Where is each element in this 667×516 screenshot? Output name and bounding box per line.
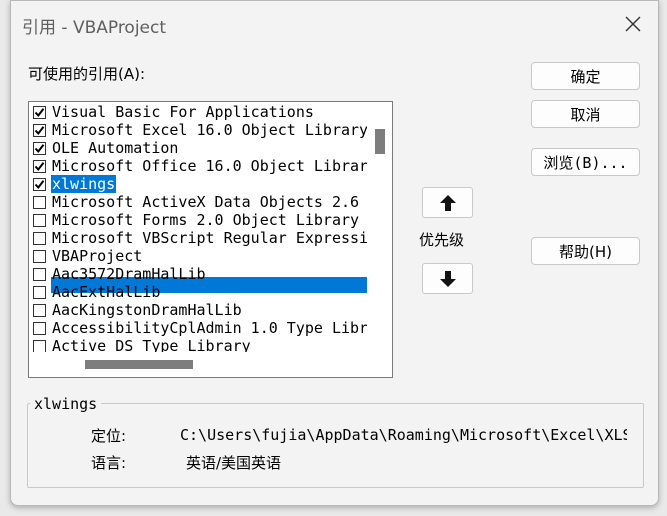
list-item[interactable]: Active DS Type Library	[33, 337, 367, 352]
horizontal-scrollbar[interactable]	[29, 352, 367, 377]
references-listbox[interactable]: Visual Basic For Applications Microsoft E…	[28, 101, 393, 378]
cancel-button[interactable]: 取消	[531, 100, 640, 128]
reference-checkbox[interactable]	[33, 177, 46, 191]
reference-checkbox[interactable]	[33, 213, 46, 227]
reference-name: Microsoft Office 16.0 Object Library	[52, 157, 367, 175]
location-value: C:\Users\fujia\AppData\Roaming\Microsoft…	[180, 426, 627, 444]
help-button[interactable]: 帮助(H)	[531, 237, 640, 265]
reference-name: OLE Automation	[52, 139, 179, 157]
title-bar: 引用 - VBAProject	[11, 1, 658, 47]
reference-name: Microsoft VBScript Regular Expressions	[52, 229, 367, 247]
list-item[interactable]: Microsoft Office 16.0 Object Library	[33, 157, 367, 175]
reference-checkbox[interactable]	[33, 321, 46, 335]
list-item[interactable]: Microsoft Forms 2.0 Object Library	[33, 211, 367, 229]
reference-checkbox[interactable]	[33, 159, 46, 173]
list-item[interactable]: Aac3572DramHalLib	[33, 265, 367, 283]
arrow-up-icon	[439, 194, 456, 211]
list-item[interactable]: xlwings	[33, 175, 367, 193]
list-item[interactable]: Microsoft Excel 16.0 Object Library	[33, 121, 367, 139]
checkmark-icon	[34, 125, 45, 135]
reference-name: xlwings	[51, 175, 117, 193]
language-value: 英语/美国英语	[186, 454, 282, 472]
list-item[interactable]: OLE Automation	[33, 139, 367, 157]
language-label: 语言:	[91, 454, 127, 472]
reference-name: Aac3572DramHalLib	[52, 265, 206, 283]
reference-checkbox[interactable]	[33, 249, 46, 263]
reference-checkbox[interactable]	[33, 123, 46, 137]
browse-button[interactable]: 浏览(B)...	[531, 148, 640, 176]
priority-label: 优先级	[419, 231, 465, 249]
reference-name: Microsoft Forms 2.0 Object Library	[52, 211, 360, 229]
reference-checkbox[interactable]	[33, 303, 46, 317]
reference-checkbox[interactable]	[33, 105, 46, 119]
list-item[interactable]: AacExtHalLib	[33, 283, 367, 301]
reference-name: AacExtHalLib	[52, 283, 161, 301]
reference-name: Active DS Type Library	[52, 337, 251, 352]
reference-checkbox[interactable]	[33, 141, 46, 155]
list-item[interactable]: AacKingstonDramHalLib	[33, 301, 367, 319]
list-item[interactable]: Microsoft VBScript Regular Expressions	[33, 229, 367, 247]
reference-checkbox[interactable]	[33, 285, 46, 299]
reference-checkbox[interactable]	[33, 231, 46, 245]
location-label: 定位:	[91, 427, 127, 445]
arrow-down-icon	[439, 270, 456, 287]
window-title: 引用 - VBAProject	[22, 18, 167, 38]
reference-checkbox[interactable]	[33, 339, 46, 352]
close-icon	[625, 16, 641, 32]
checkmark-icon	[34, 161, 45, 171]
checkmark-icon	[34, 179, 45, 189]
list-item[interactable]: AccessibilityCplAdmin 1.0 Type Library	[33, 319, 367, 337]
priority-down-button[interactable]	[422, 263, 473, 294]
close-button[interactable]	[616, 7, 650, 41]
ok-button[interactable]: 确定	[531, 62, 640, 90]
checkmark-icon	[34, 143, 45, 153]
reference-checkbox[interactable]	[33, 267, 46, 281]
references-dialog: 引用 - VBAProject 可使用的引用(A): Visual Basic …	[10, 0, 659, 506]
references-list: Visual Basic For Applications Microsoft E…	[29, 102, 367, 352]
available-references-label: 可使用的引用(A):	[28, 65, 146, 83]
list-item[interactable]: VBAProject	[33, 247, 367, 265]
reference-name: AccessibilityCplAdmin 1.0 Type Library	[52, 319, 367, 337]
reference-name: AacKingstonDramHalLib	[52, 301, 242, 319]
priority-up-button[interactable]	[422, 187, 473, 218]
horizontal-scroll-thumb[interactable]	[85, 360, 193, 369]
reference-name: Microsoft Excel 16.0 Object Library	[52, 121, 367, 139]
vertical-scrollbar[interactable]	[367, 102, 392, 352]
reference-name: Microsoft ActiveX Data Objects 2.6	[52, 193, 360, 211]
vertical-scroll-thumb[interactable]	[375, 129, 385, 154]
reference-name: Visual Basic For Applications	[52, 103, 314, 121]
reference-name: VBAProject	[52, 247, 143, 265]
details-title: xlwings	[30, 395, 102, 413]
list-item[interactable]: Visual Basic For Applications	[33, 103, 367, 121]
reference-checkbox[interactable]	[33, 195, 46, 209]
list-item[interactable]: Microsoft ActiveX Data Objects 2.6	[33, 193, 367, 211]
checkmark-icon	[34, 107, 45, 117]
